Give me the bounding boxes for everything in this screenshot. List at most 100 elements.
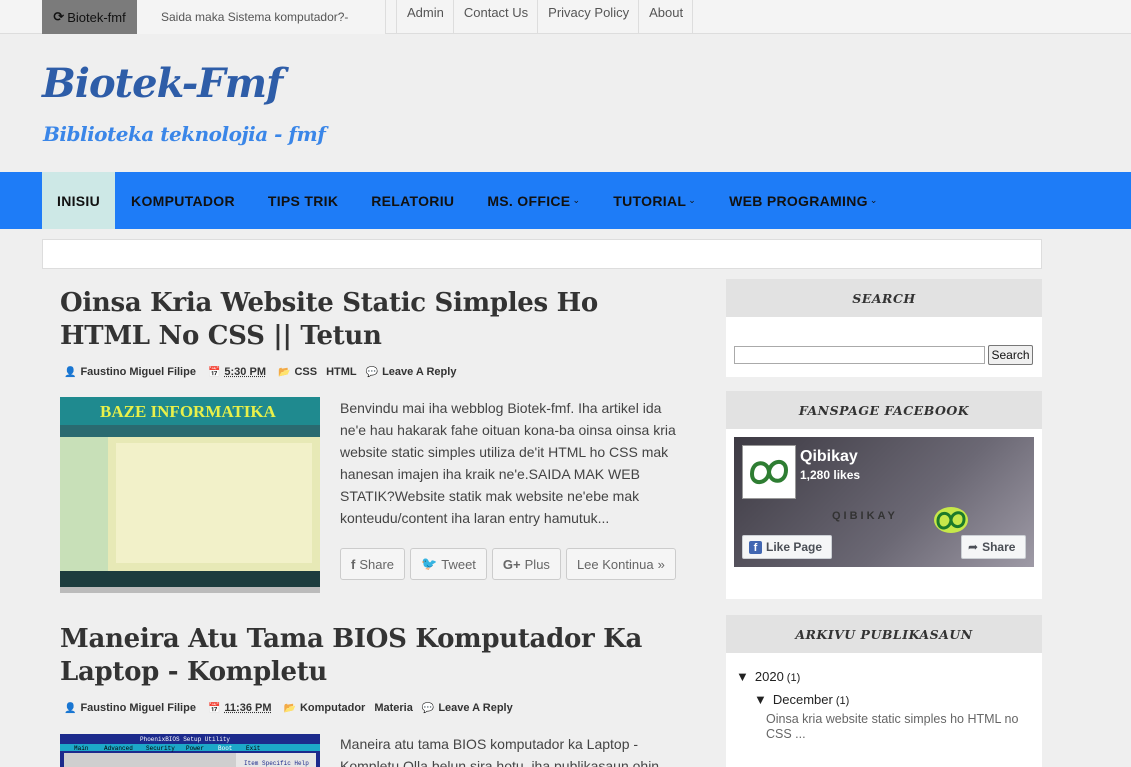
site-description: Biblioteka teknolojia - fmf <box>43 122 326 146</box>
facebook-icon: f <box>351 556 356 572</box>
post-category[interactable]: HTML <box>326 366 357 378</box>
nav-item-tutorial[interactable]: TUTORIAL ⌄ <box>597 172 713 229</box>
gplus-button[interactable]: G+ Plus <box>491 548 561 580</box>
nav-item-label: WEB PROGRAMING <box>729 192 868 209</box>
ticker-text: Saida maka Sistema komputador?- <box>161 10 349 24</box>
comment-icon: 💬 <box>365 366 379 378</box>
post-excerpt: Maneira atu tama BIOS komputador ka Lapt… <box>340 736 660 767</box>
main-nav: INISIU KOMPUTADOR TIPS TRIK RELATORIU MS… <box>0 172 1131 229</box>
gplus-label: Plus <box>524 556 550 572</box>
nav-item-tips-trik[interactable]: TIPS TRIK <box>252 172 355 229</box>
bios-help-label: Item Specific Help <box>244 760 309 767</box>
read-more-button[interactable]: Lee Kontinua» <box>565 548 676 580</box>
archive-widget-heading: ARKIVU PUBLIKASAUN <box>726 615 1042 653</box>
brand-tag[interactable]: ⟳ Biotek-fmf <box>42 0 137 34</box>
top-link-contact[interactable]: Contact Us <box>454 0 539 34</box>
like-page-label: Like Page <box>766 540 823 554</box>
archive-year-label[interactable]: 2020 <box>755 669 784 684</box>
page-name[interactable]: Qibikay <box>800 448 858 466</box>
site-title[interactable]: Biotek-Fmf <box>42 60 283 107</box>
post-excerpt: Benvindu mai iha webblog Biotek-fmf. Iha… <box>340 400 676 526</box>
post-category[interactable]: CSS <box>294 366 317 378</box>
page-logo[interactable] <box>742 445 796 499</box>
search-widget: Search <box>726 317 1042 377</box>
search-button[interactable]: Search <box>988 345 1033 365</box>
chevron-down-icon: ⌄ <box>869 195 878 205</box>
infinity-logo-icon <box>749 460 789 484</box>
archive-month-count: (1) <box>835 695 850 707</box>
toggle-down-icon[interactable]: ▼ <box>736 669 749 684</box>
facebook-page-card[interactable]: Qibikay 1,280 likes QIBIKAY f Like Page … <box>734 437 1034 567</box>
archive-year-count: (1) <box>786 672 801 684</box>
bios-menu-power: Power <box>186 745 204 752</box>
facebook-widget-heading: FANSPAGE FACEBOOK <box>726 391 1042 429</box>
toggle-down-icon[interactable]: ▼ <box>754 692 767 707</box>
nav-item-web-programing[interactable]: WEB PROGRAMING ⌄ <box>713 172 895 229</box>
archive-post-link[interactable]: Oinsa kria website static simples ho HTM… <box>766 712 1026 742</box>
news-ticker[interactable]: Saida maka Sistema komputador?- <box>137 0 386 34</box>
chevron-down-icon: ⌄ <box>688 195 697 205</box>
post-title[interactable]: Maneira Atu Tama BIOS Komputador Ka Lapt… <box>60 623 690 689</box>
nav-item-label: MS. OFFICE <box>487 192 571 209</box>
archive-year[interactable]: ▼ 2020 (1) <box>736 669 800 684</box>
nav-item-ms-office[interactable]: MS. OFFICE ⌄ <box>471 172 597 229</box>
calendar-icon: 📅 <box>207 702 221 714</box>
nav-item-relatoriu[interactable]: RELATORIU <box>355 172 471 229</box>
post-category[interactable]: Komputador <box>300 702 365 714</box>
thumbnail-image: PhoenixBIOS Setup Utility Main Advanced … <box>60 734 320 767</box>
post-meta: 👤 Faustino Miguel Filipe 📅 5:30 PM 📂 CSS… <box>64 366 456 378</box>
thumbnail-caption: PhoenixBIOS Setup Utility <box>140 736 230 743</box>
top-link-about[interactable]: About <box>639 0 694 34</box>
nav-item-label: TIPS TRIK <box>267 192 339 209</box>
twitter-icon: 🐦 <box>421 556 438 571</box>
post-comments[interactable]: Leave A Reply <box>382 366 456 378</box>
search-input[interactable] <box>734 346 985 364</box>
double-chevron-right-icon: » <box>657 556 665 572</box>
comment-icon: 💬 <box>421 702 435 714</box>
post-title[interactable]: Oinsa Kria Website Static Simples Ho HTM… <box>60 287 690 353</box>
content-strip <box>42 239 1042 269</box>
share-button[interactable]: f Share <box>340 548 406 580</box>
post-time[interactable]: 5:30 PM <box>224 366 266 378</box>
gplus-icon: G+ <box>502 556 521 572</box>
bios-menu-advanced: Advanced <box>104 745 133 752</box>
chevron-down-icon: ⌄ <box>572 195 581 205</box>
post-comments[interactable]: Leave A Reply <box>438 702 512 714</box>
post-time[interactable]: 11:36 PM <box>224 702 271 714</box>
post-category[interactable]: Materia <box>374 702 413 714</box>
nav-item-label: INISIU <box>57 192 101 209</box>
cover-logo-icon <box>934 507 968 533</box>
user-icon: 👤 <box>64 366 77 378</box>
like-page-button[interactable]: f Like Page <box>742 535 832 559</box>
nav-item-label: RELATORIU <box>371 192 455 209</box>
read-more-label: Lee Kontinua <box>576 556 654 572</box>
post-actions: f Share 🐦 Tweet G+ Plus Lee Kontinua» <box>340 548 676 580</box>
thumbnail-image: BAZE INFORMATIKA <box>60 397 320 593</box>
nav-item-komputador[interactable]: KOMPUTADOR <box>115 172 252 229</box>
folder-icon: 📂 <box>277 366 291 378</box>
bios-menu-exit: Exit <box>246 745 260 752</box>
user-icon: 👤 <box>64 702 77 714</box>
bios-menu-boot: Boot <box>218 745 232 752</box>
folder-icon: 📂 <box>283 702 296 714</box>
top-link-privacy[interactable]: Privacy Policy <box>538 0 640 34</box>
brand-tag-label: Biotek-fmf <box>67 9 126 25</box>
post-meta: 👤 Faustino Miguel Filipe 📅 11:36 PM 📂 Ko… <box>64 702 513 714</box>
post-thumbnail[interactable]: PhoenixBIOS Setup Utility Main Advanced … <box>60 734 320 767</box>
post-thumbnail[interactable]: BAZE INFORMATIKA <box>60 397 320 593</box>
top-link-admin[interactable]: Admin <box>396 0 454 34</box>
tweet-button[interactable]: 🐦 Tweet <box>410 548 487 580</box>
nav-item-inisiu[interactable]: INISIU <box>42 172 116 229</box>
fb-share-button[interactable]: ➦ Share <box>961 535 1026 559</box>
facebook-icon: f <box>749 540 762 554</box>
archive-month[interactable]: ▼ December (1) <box>754 692 849 707</box>
nav-item-label: KOMPUTADOR <box>131 192 235 209</box>
post-author[interactable]: Faustino Miguel Filipe <box>80 366 196 378</box>
bios-menu-main: Main <box>74 745 89 752</box>
archive-month-label[interactable]: December <box>773 692 833 707</box>
page-likes: 1,280 likes <box>800 468 861 482</box>
post-author[interactable]: Faustino Miguel Filipe <box>80 702 196 714</box>
refresh-icon: ⟳ <box>53 9 65 24</box>
fb-share-label: Share <box>982 540 1016 554</box>
top-bar: ⟳ Biotek-fmf Saida maka Sistema komputad… <box>0 0 1131 34</box>
